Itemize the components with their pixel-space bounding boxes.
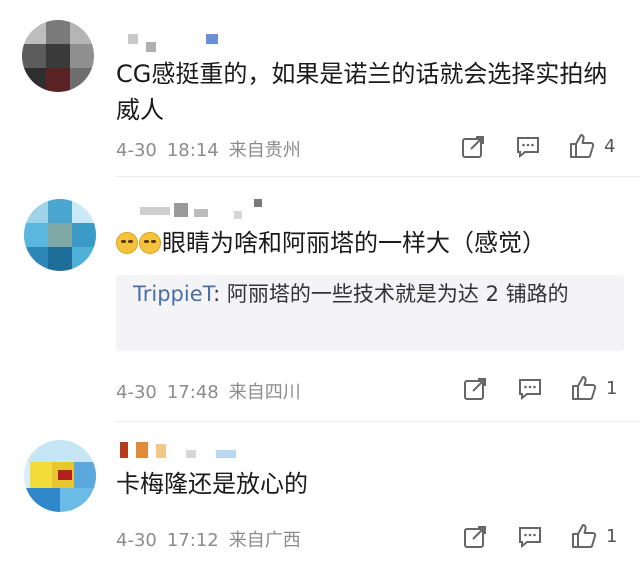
comment-time: 17:12 [166,530,219,551]
share-icon[interactable] [460,134,486,160]
share-icon[interactable] [462,524,488,550]
comment-location: 来自贵州 [228,140,301,161]
avatar[interactable] [24,440,96,512]
comment-time: 18:14 [166,140,219,161]
comment-item: CG感挺重的，如果是诺兰的话就会选择实拍纳威人 4-30 18:14 来自贵州 4 [0,0,640,177]
like-count: 4 [604,136,616,157]
avatar[interactable] [24,199,96,271]
reply-username[interactable]: TrippieT [133,282,213,306]
comment-meta: 4-30 17:12 来自广西 [116,526,311,552]
avatar[interactable] [22,20,94,92]
comment-text: 卡梅隆还是放心的 [116,470,308,498]
like-icon[interactable] [568,132,596,160]
like-icon[interactable] [570,374,598,402]
laugh-cry-emoji [139,232,161,254]
comment-text: CG感挺重的，如果是诺兰的话就会选择实拍纳威人 [116,60,608,124]
share-icon[interactable] [462,376,488,402]
comment-meta: 4-30 18:14 来自贵州 [116,136,311,162]
username[interactable] [116,438,246,460]
comment-text: 眼睛为啥和阿丽塔的一样大（感觉） [116,225,616,261]
comment-icon[interactable] [517,524,543,550]
comment-date: 4-30 [116,530,157,551]
like-count: 1 [606,378,618,399]
comment-item: 卡梅隆还是放心的 4-30 17:12 来自广西 1 [0,422,640,561]
comment-item: 眼睛为啥和阿丽塔的一样大（感觉） TrippieT: 阿丽塔的一些技术就是为达 … [0,177,640,421]
like-icon[interactable] [570,522,598,550]
comment-location: 来自广西 [228,530,301,551]
like-count: 1 [606,526,618,547]
reply-quote[interactable]: TrippieT: 阿丽塔的一些技术就是为达 2 铺路的 [116,275,624,351]
comment-date: 4-30 [116,140,157,161]
username[interactable] [140,199,270,221]
comment-time: 17:48 [166,382,219,403]
username[interactable] [116,30,226,52]
comment-meta: 4-30 17:48 来自四川 [116,378,311,404]
comment-icon[interactable] [517,376,543,402]
comment-icon[interactable] [515,134,541,160]
comment-location: 来自四川 [228,382,301,403]
comment-date: 4-30 [116,382,157,403]
reply-text: TrippieT: 阿丽塔的一些技术就是为达 2 铺路的 [133,282,569,306]
laugh-cry-emoji [116,232,138,254]
